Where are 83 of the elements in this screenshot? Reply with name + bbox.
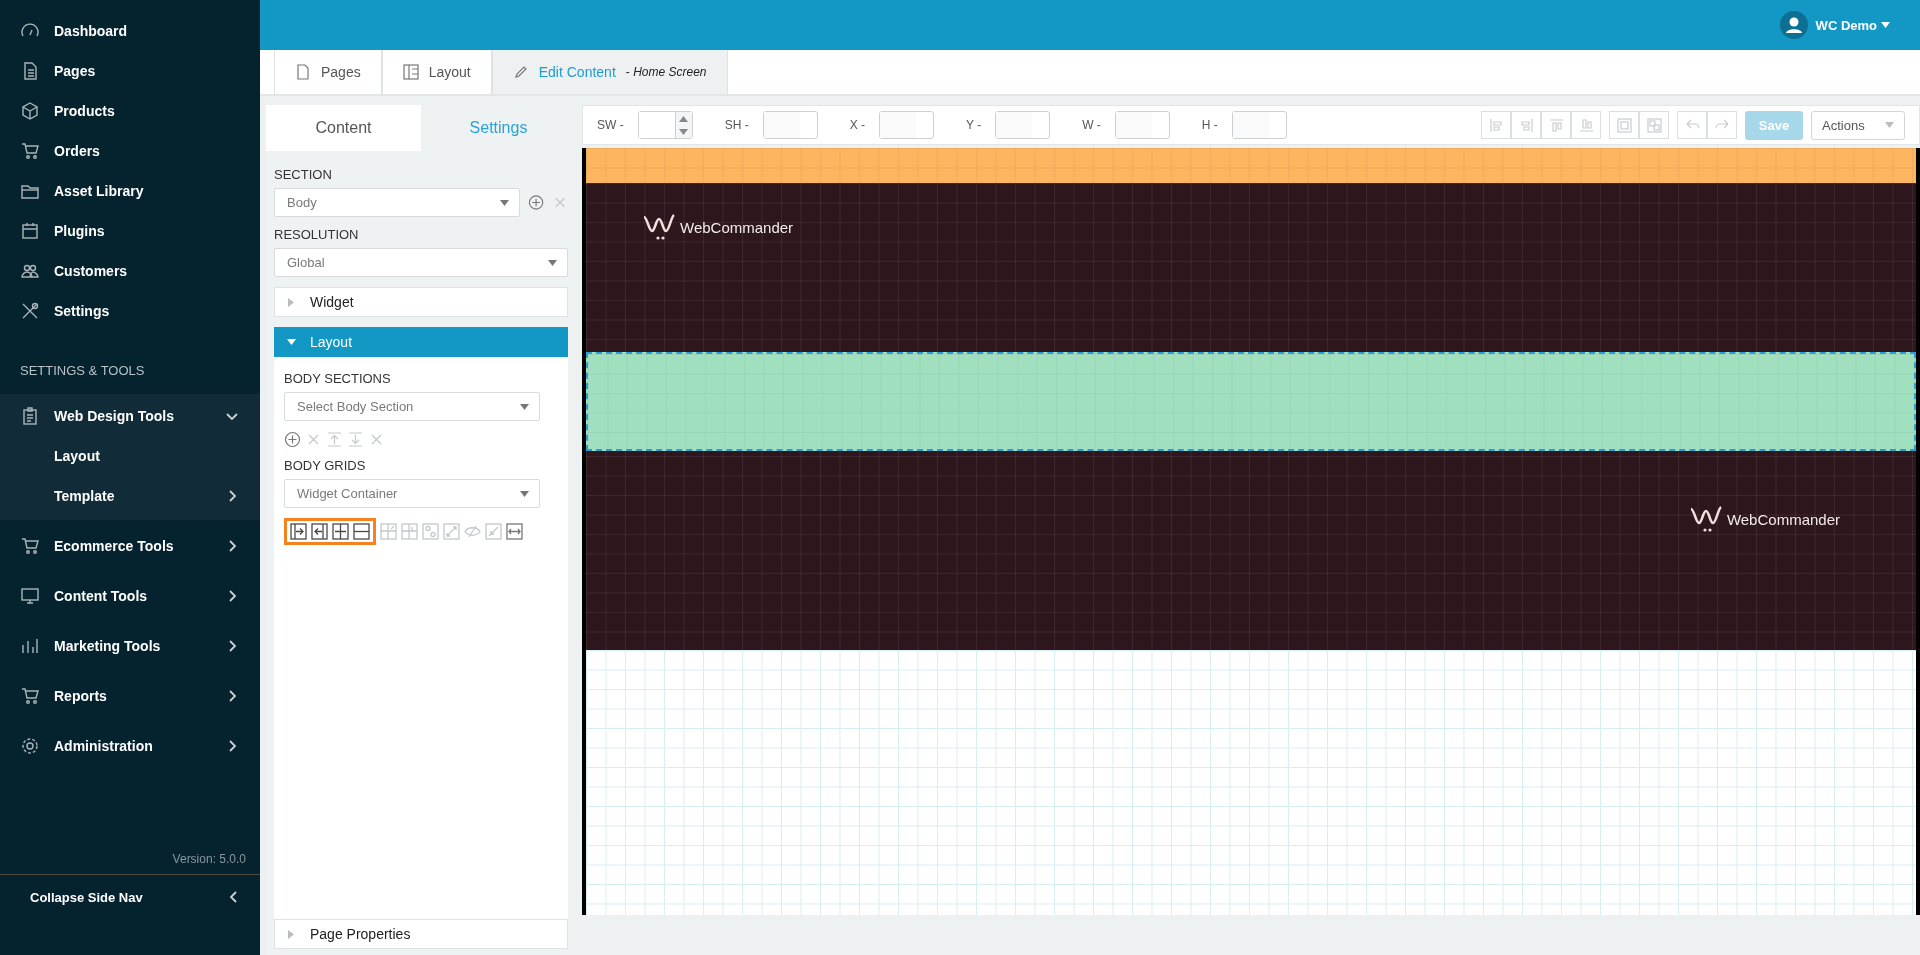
field-label: W - bbox=[1082, 118, 1101, 132]
nav-item[interactable]: Customers bbox=[0, 251, 260, 291]
version-text: Version: 5.0.0 bbox=[171, 852, 247, 868]
nav-item[interactable]: Products bbox=[0, 91, 260, 131]
nav-item[interactable]: Asset Library bbox=[0, 171, 260, 211]
nav-item[interactable]: Orders bbox=[0, 131, 260, 171]
page-tab[interactable]: Pages bbox=[274, 50, 382, 94]
logo-icon bbox=[1688, 505, 1723, 533]
field-label: RESOLUTION bbox=[274, 227, 360, 242]
caret-icon bbox=[1885, 122, 1894, 128]
caret-icon bbox=[520, 403, 529, 410]
accordion-header[interactable]: Page Properties bbox=[274, 919, 568, 949]
nav-item[interactable]: Administration bbox=[0, 726, 260, 766]
nav-item[interactable]: Ecommerce Tools bbox=[0, 526, 260, 566]
nav-item[interactable]: Dashboard bbox=[0, 11, 260, 51]
caret-icon bbox=[1881, 22, 1890, 28]
page-tab[interactable]: Layout bbox=[381, 50, 492, 94]
split-rows-icon[interactable] bbox=[353, 523, 370, 540]
caret-icon bbox=[499, 199, 509, 206]
align-left-icon[interactable] bbox=[311, 523, 328, 540]
resolution-select[interactable]: Global bbox=[274, 248, 568, 277]
nav-item[interactable]: Content Tools bbox=[0, 576, 260, 616]
cart-icon bbox=[20, 141, 40, 161]
triangle-right-icon bbox=[287, 297, 296, 307]
calendar-icon bbox=[20, 221, 40, 241]
add-icon[interactable] bbox=[284, 431, 301, 448]
accordion-header[interactable]: Widget bbox=[274, 287, 568, 317]
triangle-right-icon bbox=[287, 929, 296, 939]
split-columns-icon[interactable] bbox=[332, 523, 349, 540]
monitor-icon bbox=[20, 586, 40, 606]
nav-item[interactable]: Marketing Tools bbox=[0, 626, 260, 666]
pencil-icon bbox=[512, 64, 529, 80]
selected-section[interactable] bbox=[586, 352, 1916, 451]
section-title: SETTINGS & TOOLS bbox=[19, 362, 146, 380]
align-right-icon[interactable] bbox=[290, 523, 307, 540]
step-up-icon[interactable] bbox=[679, 115, 689, 122]
actions-dropdown[interactable]: Actions bbox=[1811, 110, 1905, 140]
caret-icon bbox=[548, 259, 557, 266]
cart-icon bbox=[20, 686, 40, 706]
align-bottom-icon[interactable] bbox=[1571, 111, 1601, 139]
page-icon bbox=[295, 64, 311, 80]
tools-icon bbox=[20, 301, 40, 321]
chart-icon bbox=[20, 636, 40, 656]
body-grid-select[interactable]: Widget Container bbox=[284, 479, 540, 508]
layers-icon[interactable] bbox=[1639, 111, 1669, 139]
field-label: X - bbox=[849, 118, 865, 132]
add-icon[interactable] bbox=[527, 194, 544, 211]
logo: WebCommander bbox=[1688, 505, 1840, 533]
clipboard-icon bbox=[20, 406, 40, 426]
align-top-icon[interactable] bbox=[1541, 111, 1571, 139]
gear-icon bbox=[20, 736, 40, 756]
field-label: BODY SECTIONS bbox=[284, 371, 392, 386]
section-select[interactable]: Body bbox=[274, 188, 520, 217]
number-field[interactable] bbox=[637, 111, 693, 139]
nav-item[interactable]: Plugins bbox=[0, 211, 260, 251]
layers-icon[interactable] bbox=[1609, 111, 1639, 139]
nav-item[interactable]: Reports bbox=[0, 676, 260, 716]
step-down-icon[interactable] bbox=[679, 128, 689, 135]
field-label: SH - bbox=[724, 118, 749, 132]
nav-subitem[interactable]: Template bbox=[0, 476, 260, 516]
nav-item[interactable]: Pages bbox=[0, 51, 260, 91]
stretch-icon[interactable] bbox=[506, 523, 523, 540]
undo-icon[interactable] bbox=[1677, 111, 1707, 139]
nav-item[interactable]: Web Design Tools bbox=[0, 396, 260, 436]
logo-icon bbox=[642, 213, 676, 241]
nav-subitem[interactable]: Layout bbox=[0, 436, 260, 476]
body-section-select[interactable]: Select Body Section bbox=[284, 392, 540, 421]
caret-icon bbox=[520, 490, 529, 497]
user-avatar-icon[interactable] bbox=[1779, 11, 1808, 39]
layout-icon bbox=[402, 64, 419, 80]
redo-icon[interactable] bbox=[1707, 111, 1737, 139]
field-label: SECTION bbox=[274, 167, 333, 182]
cube-icon bbox=[20, 101, 40, 121]
page-tab[interactable]: Edit Content - Home Screen bbox=[491, 50, 728, 94]
field-label: BODY GRIDS bbox=[284, 458, 367, 473]
logo: WebCommander bbox=[642, 213, 1916, 241]
triangle-down-icon bbox=[287, 337, 296, 347]
field-label: SW - bbox=[597, 118, 624, 132]
cart-icon bbox=[20, 536, 40, 556]
field-label: H - bbox=[1201, 118, 1218, 132]
panel-tab[interactable]: Content bbox=[266, 105, 421, 151]
field-label: Y - bbox=[966, 118, 982, 132]
nav-item[interactable]: Settings bbox=[0, 291, 260, 331]
